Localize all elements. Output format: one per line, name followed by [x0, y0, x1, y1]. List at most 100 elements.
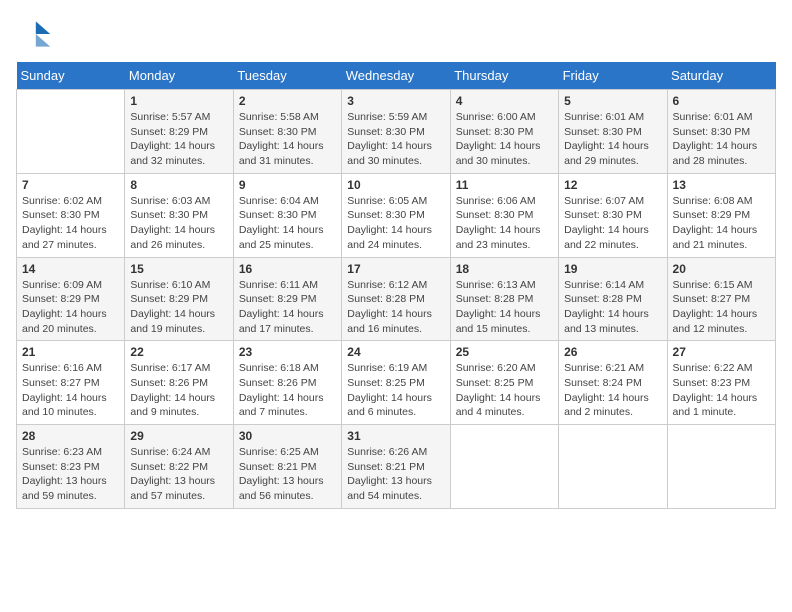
day-cell: 14 Sunrise: 6:09 AM Sunset: 8:29 PM Dayli…: [17, 257, 125, 341]
day-detail: Sunrise: 6:13 AM Sunset: 8:28 PM Dayligh…: [456, 278, 553, 337]
day-detail: Sunrise: 5:57 AM Sunset: 8:29 PM Dayligh…: [130, 110, 227, 169]
day-cell: 27 Sunrise: 6:22 AM Sunset: 8:23 PM Dayli…: [667, 341, 775, 425]
day-detail: Sunrise: 6:21 AM Sunset: 8:24 PM Dayligh…: [564, 361, 661, 420]
day-detail: Sunrise: 6:18 AM Sunset: 8:26 PM Dayligh…: [239, 361, 336, 420]
day-number: 20: [673, 262, 770, 276]
day-cell: 25 Sunrise: 6:20 AM Sunset: 8:25 PM Dayli…: [450, 341, 558, 425]
column-header-saturday: Saturday: [667, 62, 775, 90]
week-row-1: 1Sunrise: 5:57 AM Sunset: 8:29 PM Daylig…: [17, 90, 776, 174]
day-cell: [667, 425, 775, 509]
day-number: 14: [22, 262, 119, 276]
day-number: 24: [347, 345, 444, 359]
day-number: 16: [239, 262, 336, 276]
day-detail: Sunrise: 6:08 AM Sunset: 8:29 PM Dayligh…: [673, 194, 770, 253]
day-detail: Sunrise: 6:24 AM Sunset: 8:22 PM Dayligh…: [130, 445, 227, 504]
column-header-tuesday: Tuesday: [233, 62, 341, 90]
day-detail: Sunrise: 6:06 AM Sunset: 8:30 PM Dayligh…: [456, 194, 553, 253]
day-number: 5: [564, 94, 661, 108]
day-cell: 23 Sunrise: 6:18 AM Sunset: 8:26 PM Dayli…: [233, 341, 341, 425]
day-detail: Sunrise: 6:01 AM Sunset: 8:30 PM Dayligh…: [673, 110, 770, 169]
day-detail: Sunrise: 6:00 AM Sunset: 8:30 PM Dayligh…: [456, 110, 553, 169]
day-number: 6: [673, 94, 770, 108]
day-cell: 2 Sunrise: 5:58 AM Sunset: 8:30 PM Daylig…: [233, 90, 341, 174]
day-number: 15: [130, 262, 227, 276]
day-cell: 4 Sunrise: 6:00 AM Sunset: 8:30 PM Daylig…: [450, 90, 558, 174]
column-header-monday: Monday: [125, 62, 233, 90]
day-detail: Sunrise: 6:04 AM Sunset: 8:30 PM Dayligh…: [239, 194, 336, 253]
day-cell: 31 Sunrise: 6:26 AM Sunset: 8:21 PM Dayli…: [342, 425, 450, 509]
column-header-friday: Friday: [559, 62, 667, 90]
day-cell: 20 Sunrise: 6:15 AM Sunset: 8:27 PM Dayli…: [667, 257, 775, 341]
day-cell: 17Sunrise: 6:12 AM Sunset: 8:28 PM Dayli…: [342, 257, 450, 341]
day-cell: 10Sunrise: 6:05 AM Sunset: 8:30 PM Dayli…: [342, 173, 450, 257]
day-cell: 26 Sunrise: 6:21 AM Sunset: 8:24 PM Dayli…: [559, 341, 667, 425]
day-cell: 19Sunrise: 6:14 AM Sunset: 8:28 PM Dayli…: [559, 257, 667, 341]
day-detail: Sunrise: 6:02 AM Sunset: 8:30 PM Dayligh…: [22, 194, 119, 253]
day-number: 23: [239, 345, 336, 359]
day-detail: Sunrise: 6:16 AM Sunset: 8:27 PM Dayligh…: [22, 361, 119, 420]
day-detail: Sunrise: 6:25 AM Sunset: 8:21 PM Dayligh…: [239, 445, 336, 504]
day-cell: 8 Sunrise: 6:03 AM Sunset: 8:30 PM Daylig…: [125, 173, 233, 257]
day-number: 12: [564, 178, 661, 192]
day-cell: 5 Sunrise: 6:01 AM Sunset: 8:30 PM Daylig…: [559, 90, 667, 174]
day-number: 11: [456, 178, 553, 192]
day-detail: Sunrise: 6:10 AM Sunset: 8:29 PM Dayligh…: [130, 278, 227, 337]
day-detail: Sunrise: 6:01 AM Sunset: 8:30 PM Dayligh…: [564, 110, 661, 169]
day-number: 30: [239, 429, 336, 443]
day-cell: 1Sunrise: 5:57 AM Sunset: 8:29 PM Daylig…: [125, 90, 233, 174]
day-detail: Sunrise: 6:26 AM Sunset: 8:21 PM Dayligh…: [347, 445, 444, 504]
day-cell: 7Sunrise: 6:02 AM Sunset: 8:30 PM Daylig…: [17, 173, 125, 257]
day-cell: 29 Sunrise: 6:24 AM Sunset: 8:22 PM Dayli…: [125, 425, 233, 509]
day-detail: Sunrise: 6:17 AM Sunset: 8:26 PM Dayligh…: [130, 361, 227, 420]
day-number: 4: [456, 94, 553, 108]
day-number: 2: [239, 94, 336, 108]
day-cell: 13 Sunrise: 6:08 AM Sunset: 8:29 PM Dayli…: [667, 173, 775, 257]
day-cell: 18Sunrise: 6:13 AM Sunset: 8:28 PM Dayli…: [450, 257, 558, 341]
day-detail: Sunrise: 6:22 AM Sunset: 8:23 PM Dayligh…: [673, 361, 770, 420]
day-detail: Sunrise: 5:58 AM Sunset: 8:30 PM Dayligh…: [239, 110, 336, 169]
day-detail: Sunrise: 6:19 AM Sunset: 8:25 PM Dayligh…: [347, 361, 444, 420]
day-cell: 9 Sunrise: 6:04 AM Sunset: 8:30 PM Daylig…: [233, 173, 341, 257]
day-cell: [559, 425, 667, 509]
day-detail: Sunrise: 6:23 AM Sunset: 8:23 PM Dayligh…: [22, 445, 119, 504]
day-cell: [450, 425, 558, 509]
day-detail: Sunrise: 6:12 AM Sunset: 8:28 PM Dayligh…: [347, 278, 444, 337]
day-cell: 28Sunrise: 6:23 AM Sunset: 8:23 PM Dayli…: [17, 425, 125, 509]
day-cell: 30 Sunrise: 6:25 AM Sunset: 8:21 PM Dayli…: [233, 425, 341, 509]
day-number: 25: [456, 345, 553, 359]
logo: [16, 16, 56, 52]
day-number: 8: [130, 178, 227, 192]
day-cell: [17, 90, 125, 174]
column-header-thursday: Thursday: [450, 62, 558, 90]
column-header-wednesday: Wednesday: [342, 62, 450, 90]
day-number: 21: [22, 345, 119, 359]
logo-icon: [16, 16, 52, 52]
day-cell: 11 Sunrise: 6:06 AM Sunset: 8:30 PM Dayli…: [450, 173, 558, 257]
day-detail: Sunrise: 6:20 AM Sunset: 8:25 PM Dayligh…: [456, 361, 553, 420]
day-number: 31: [347, 429, 444, 443]
day-number: 26: [564, 345, 661, 359]
day-number: 29: [130, 429, 227, 443]
day-number: 27: [673, 345, 770, 359]
week-row-3: 14 Sunrise: 6:09 AM Sunset: 8:29 PM Dayli…: [17, 257, 776, 341]
day-detail: Sunrise: 6:03 AM Sunset: 8:30 PM Dayligh…: [130, 194, 227, 253]
day-number: 9: [239, 178, 336, 192]
day-number: 3: [347, 94, 444, 108]
day-detail: Sunrise: 6:07 AM Sunset: 8:30 PM Dayligh…: [564, 194, 661, 253]
day-cell: 21 Sunrise: 6:16 AM Sunset: 8:27 PM Dayli…: [17, 341, 125, 425]
header-row: SundayMondayTuesdayWednesdayThursdayFrid…: [17, 62, 776, 90]
day-detail: Sunrise: 6:11 AM Sunset: 8:29 PM Dayligh…: [239, 278, 336, 337]
day-detail: Sunrise: 6:14 AM Sunset: 8:28 PM Dayligh…: [564, 278, 661, 337]
week-row-4: 21 Sunrise: 6:16 AM Sunset: 8:27 PM Dayli…: [17, 341, 776, 425]
calendar-table: SundayMondayTuesdayWednesdayThursdayFrid…: [16, 62, 776, 509]
week-row-5: 28Sunrise: 6:23 AM Sunset: 8:23 PM Dayli…: [17, 425, 776, 509]
day-cell: 15 Sunrise: 6:10 AM Sunset: 8:29 PM Dayli…: [125, 257, 233, 341]
day-cell: 12 Sunrise: 6:07 AM Sunset: 8:30 PM Dayli…: [559, 173, 667, 257]
day-cell: 6 Sunrise: 6:01 AM Sunset: 8:30 PM Daylig…: [667, 90, 775, 174]
day-detail: Sunrise: 6:15 AM Sunset: 8:27 PM Dayligh…: [673, 278, 770, 337]
day-detail: Sunrise: 6:09 AM Sunset: 8:29 PM Dayligh…: [22, 278, 119, 337]
day-detail: Sunrise: 5:59 AM Sunset: 8:30 PM Dayligh…: [347, 110, 444, 169]
day-number: 13: [673, 178, 770, 192]
day-number: 22: [130, 345, 227, 359]
day-cell: 3 Sunrise: 5:59 AM Sunset: 8:30 PM Daylig…: [342, 90, 450, 174]
